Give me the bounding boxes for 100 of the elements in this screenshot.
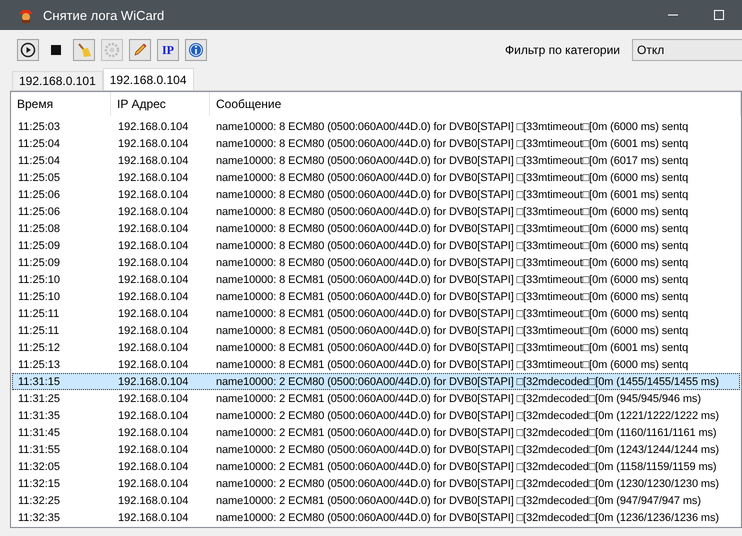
log-row[interactable]: 11:25:09 192.168.0.104 name10000: 8 ECM80 (0500:060A00/44D.0) for DVB0[STAPI] □[33mtimeout□[0m (6000 ms) sentq [12,254,740,271]
table-cell-text: name10000: 2 ECM81 (0500:060A00/44D.0) for DVB0[STAPI] □[32mdecoded□[0m (1158/1159/1159 ms) [215,460,718,474]
pencil-icon [132,42,148,58]
log-row[interactable]: 11:25:10 192.168.0.104 name10000: 8 ECM81 (0500:060A00/44D.0) for DVB0[STAPI] □[33mtimeout□[0m (6000 ms) sentq [12,288,740,305]
table-cell-text: 192.168.0.104 [117,324,190,338]
log-row[interactable]: 11:25:04 192.168.0.104 name10000: 8 ECM80 (0500:060A00/44D.0) for DVB0[STAPI] □[33mtimeout□[0m (6001 ms) sentq [12,135,740,152]
table-cell-text: 192.168.0.104 [117,341,190,355]
table-cell-text: name10000: 2 ECM80 (0500:060A00/44D.0) for DVB0[STAPI] □[32mdecoded□[0m (1236/1236/1236 ms) [215,511,720,525]
tab[interactable]: 192.168.0.101 [12,71,103,90]
log-row[interactable]: 11:32:15 192.168.0.104 name10000: 2 ECM80 (0500:060A00/44D.0) for DVB0[STAPI] □[32mdecoded□[0m (1230/1230/1230 ms) [12,475,740,492]
log-row[interactable]: 11:25:11 192.168.0.104 name10000: 8 ECM81 (0500:060A00/44D.0) for DVB0[STAPI] □[33mtimeout□[0m (6000 ms) sentq [12,322,740,339]
table-cell-text: 192.168.0.104 [117,307,190,321]
log-row[interactable]: 11:25:12 192.168.0.104 name10000: 8 ECM81 (0500:060A00/44D.0) for DVB0[STAPI] □[33mtimeout□[0m (6001 ms) sentq [12,339,740,356]
table-cell-text: 11:32:35 [17,511,62,525]
column-header[interactable]: IP Адрес [111,92,210,116]
table-cell-text: 11:25:13 [17,358,62,372]
table-cell-text: 192.168.0.104 [117,256,190,270]
table-cell-text: 11:32:05 [17,460,62,474]
table-cell-text: 192.168.0.104 [117,188,190,202]
table-cell-text: 11:25:04 [17,154,62,168]
log-row[interactable]: 11:25:03 192.168.0.104 name10000: 8 ECM80 (0500:060A00/44D.0) for DVB0[STAPI] □[33mtimeout□[0m (6000 ms) sentq [12,118,740,135]
table-cell-text: 192.168.0.104 [117,273,190,287]
table-cell-text: 11:25:11 [17,324,60,338]
table-cell-text: name10000: 2 ECM81 (0500:060A00/44D.0) for DVB0[STAPI] □[32mdecoded□[0m (1160/1161/1161 ms) [215,426,718,440]
tab[interactable]: 192.168.0.104 [102,68,194,90]
log-row[interactable]: 11:25:05 192.168.0.104 name10000: 8 ECM80 (0500:060A00/44D.0) for DVB0[STAPI] □[33mtimeout□[0m (6000 ms) sentq [12,169,740,186]
table-cell-text: name10000: 8 ECM80 (0500:060A00/44D.0) for DVB0[STAPI] □[33mtimeout□[0m (6001 ms) sentq [215,188,690,202]
table-cell-text: name10000: 2 ECM81 (0500:060A00/44D.0) for DVB0[STAPI] □[32mdecoded□[0m (947/947/947 ms) [215,494,702,508]
column-header[interactable]: Сообщение [210,92,741,116]
info-button[interactable] [185,39,207,61]
table-cell-text: 192.168.0.104 [117,358,190,372]
table-cell-text: 192.168.0.104 [117,137,190,151]
table-cell-text: name10000: 8 ECM81 (0500:060A00/44D.0) for DVB0[STAPI] □[33mtimeout□[0m (6001 ms) sentq [215,341,690,355]
table-cell-text: name10000: 2 ECM80 (0500:060A00/44D.0) for DVB0[STAPI] □[32mdecoded□[0m (1230/1230/1230 ms) [215,477,720,491]
log-row[interactable]: 11:32:35 192.168.0.104 name10000: 2 ECM80 (0500:060A00/44D.0) for DVB0[STAPI] □[32mdecoded□[0m (1236/1236/1236 ms) [12,509,740,526]
table-cell-text: 192.168.0.104 [117,375,190,389]
log-row[interactable]: 11:25:13 192.168.0.104 name10000: 8 ECM81 (0500:060A00/44D.0) for DVB0[STAPI] □[33mtimeout□[0m (6000 ms) sentq [12,356,740,373]
log-row[interactable]: 11:31:25 192.168.0.104 name10000: 2 ECM81 (0500:060A00/44D.0) for DVB0[STAPI] □[32mdecoded□[0m (945/945/946 ms) [12,390,740,407]
table-cell-text: 11:25:05 [17,171,62,185]
table-cell-text: name10000: 8 ECM80 (0500:060A00/44D.0) for DVB0[STAPI] □[33mtimeout□[0m (6000 ms) sentq [215,205,690,219]
table-cell-text: 11:31:15 [17,375,62,389]
table-cell-text: 11:32:25 [17,494,62,508]
table-cell-text: 11:25:06 [17,188,62,202]
table-cell-text: 11:31:45 [17,426,62,440]
table-cell-text: 192.168.0.104 [117,460,190,474]
table-cell-text: 192.168.0.104 [117,511,190,525]
log-row[interactable]: 11:25:04 192.168.0.104 name10000: 8 ECM80 (0500:060A00/44D.0) for DVB0[STAPI] □[33mtimeout□[0m (6017 ms) sentq [12,152,740,169]
log-row[interactable]: 11:32:05 192.168.0.104 name10000: 2 ECM81 (0500:060A00/44D.0) for DVB0[STAPI] □[32mdecoded□[0m (1158/1159/1159 ms) [12,458,740,475]
play-button[interactable] [17,39,39,61]
table-cell-text: name10000: 8 ECM81 (0500:060A00/44D.0) for DVB0[STAPI] □[33mtimeout□[0m (6000 ms) sentq [215,324,690,338]
log-row[interactable]: 11:31:15 192.168.0.104 name10000: 2 ECM80 (0500:060A00/44D.0) for DVB0[STAPI] □[32mdecoded□[0m (1455/1455/1455 ms) [12,373,740,390]
table-cell-text: name10000: 8 ECM81 (0500:060A00/44D.0) for DVB0[STAPI] □[33mtimeout□[0m (6000 ms) sentq [215,358,690,372]
ip-button[interactable]: IP [157,39,179,61]
log-row[interactable]: 11:25:09 192.168.0.104 name10000: 8 ECM80 (0500:060A00/44D.0) for DVB0[STAPI] □[33mtimeout□[0m (6000 ms) sentq [12,237,740,254]
maximize-icon [714,10,724,20]
table-cell-text: 11:25:04 [17,137,62,151]
log-row[interactable]: 11:31:35 192.168.0.104 name10000: 2 ECM80 (0500:060A00/44D.0) for DVB0[STAPI] □[32mdecoded□[0m (1221/1222/1222 ms) [12,407,740,424]
log-row[interactable]: 11:25:08 192.168.0.104 name10000: 8 ECM80 (0500:060A00/44D.0) for DVB0[STAPI] □[33mtimeout□[0m (6000 ms) sentq [12,220,740,237]
table-cell-text: name10000: 8 ECM80 (0500:060A00/44D.0) for DVB0[STAPI] □[33mtimeout□[0m (6001 ms) sentq [215,137,690,151]
table-cell-text: 11:25:09 [17,256,62,270]
log-row[interactable]: 11:25:06 192.168.0.104 name10000: 8 ECM80 (0500:060A00/44D.0) for DVB0[STAPI] □[33mtimeout□[0m (6000 ms) sentq [12,203,740,220]
log-row[interactable]: 11:25:06 192.168.0.104 name10000: 8 ECM80 (0500:060A00/44D.0) for DVB0[STAPI] □[33mtimeout□[0m (6001 ms) sentq [12,186,740,203]
table-cell-text: 11:31:35 [17,409,62,423]
table-cell-text: 11:25:10 [17,273,62,287]
stop-icon [48,42,64,58]
table-cell-text: name10000: 8 ECM80 (0500:060A00/44D.0) for DVB0[STAPI] □[33mtimeout□[0m (6000 ms) sentq [215,239,690,253]
table-cell-text: 192.168.0.104 [117,171,190,185]
table-cell-text: 11:25:03 [17,120,62,134]
table-cell-text: 11:25:12 [17,341,62,355]
log-row[interactable]: 11:25:11 192.168.0.104 name10000: 8 ECM81 (0500:060A00/44D.0) for DVB0[STAPI] □[33mtimeout□[0m (6000 ms) sentq [12,305,740,322]
table-cell-text: name10000: 8 ECM80 (0500:060A00/44D.0) for DVB0[STAPI] □[33mtimeout□[0m (6017 ms) sentq [215,154,690,168]
table-cell-text: name10000: 8 ECM80 (0500:060A00/44D.0) for DVB0[STAPI] □[33mtimeout□[0m (6000 ms) sentq [215,222,690,236]
play-icon [20,42,36,58]
table-cell-text: 11:25:06 [17,205,62,219]
broom-button[interactable] [73,39,95,61]
pencil-button[interactable] [129,39,151,61]
table-cell-text: 192.168.0.104 [117,154,190,168]
table-cell-text: name10000: 2 ECM80 (0500:060A00/44D.0) for DVB0[STAPI] □[32mdecoded□[0m (1221/1222/1222 ms) [215,409,720,423]
broom-icon [76,42,92,58]
table-cell-text: name10000: 2 ECM80 (0500:060A00/44D.0) for DVB0[STAPI] □[32mdecoded□[0m (1455/1455/1455 ms) [215,375,720,389]
table-cell-text: 11:25:11 [17,307,60,321]
table-cell-text: name10000: 8 ECM80 (0500:060A00/44D.0) for DVB0[STAPI] □[33mtimeout□[0m (6000 ms) sentq [215,256,690,270]
gear-icon [104,42,120,58]
log-row[interactable]: 11:25:10 192.168.0.104 name10000: 8 ECM81 (0500:060A00/44D.0) for DVB0[STAPI] □[33mtimeout□[0m (6000 ms) sentq [12,271,740,288]
table-cell-text: 11:31:55 [17,443,62,457]
table-cell-text: name10000: 8 ECM81 (0500:060A00/44D.0) for DVB0[STAPI] □[33mtimeout□[0m (6000 ms) sentq [215,290,690,304]
table-cell-text: 192.168.0.104 [117,290,190,304]
log-row[interactable]: 11:31:45 192.168.0.104 name10000: 2 ECM81 (0500:060A00/44D.0) for DVB0[STAPI] □[32mdecoded□[0m (1160/1161/1161 ms) [12,424,740,441]
log-row[interactable]: 11:32:25 192.168.0.104 name10000: 2 ECM81 (0500:060A00/44D.0) for DVB0[STAPI] □[32mdecoded□[0m (947/947/947 ms) [12,492,740,509]
table-cell-text: name10000: 8 ECM81 (0500:060A00/44D.0) for DVB0[STAPI] □[33mtimeout□[0m (6000 ms) sentq [215,273,690,287]
table-cell-text: 192.168.0.104 [117,205,190,219]
table-cell-text: 192.168.0.104 [117,477,190,491]
category-dropdown[interactable]: Откл [632,39,742,61]
log-row[interactable]: 11:31:55 192.168.0.104 name10000: 2 ECM80 (0500:060A00/44D.0) for DVB0[STAPI] □[32mdecoded□[0m (1243/1244/1244 ms) [12,441,740,458]
table-cell-text: 192.168.0.104 [117,426,190,440]
column-header[interactable]: Время [11,92,111,116]
table-cell-text: name10000: 8 ECM80 (0500:060A00/44D.0) for DVB0[STAPI] □[33mtimeout□[0m (6000 ms) sentq [215,171,690,185]
table-cell-text: 192.168.0.104 [117,494,190,508]
filter-label: Фильтр по категории [505,43,620,57]
table-cell-text: name10000: 2 ECM80 (0500:060A00/44D.0) for DVB0[STAPI] □[32mdecoded□[0m (1243/1244/1244 ms) [215,443,720,457]
